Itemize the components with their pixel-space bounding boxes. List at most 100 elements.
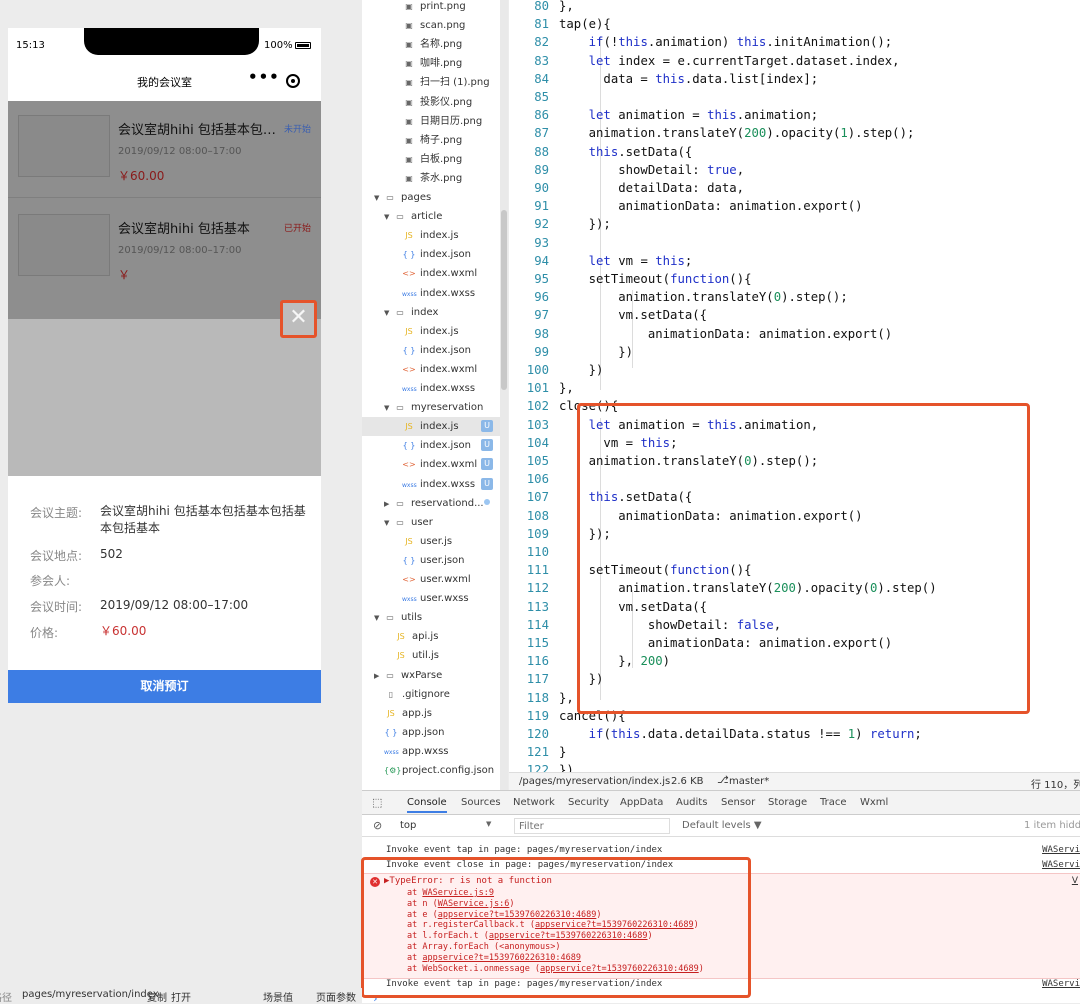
tree-file[interactable]: ▣ 日期日历.png <box>402 112 482 131</box>
tree-file[interactable]: <> index.wxml <box>402 264 477 283</box>
tree-folder[interactable]: ▶ ▭ wxParse <box>374 666 442 685</box>
code-line[interactable]: animationData: animation.export() <box>559 325 892 343</box>
open-link[interactable]: 打开 <box>171 989 191 1004</box>
tab-console[interactable]: Console <box>407 797 447 813</box>
clear-console-icon[interactable]: ⊘ <box>373 819 382 832</box>
copy-link[interactable]: 复制 <box>147 989 167 1004</box>
tree-file[interactable]: <> user.wxml <box>402 570 470 589</box>
code-line[interactable]: setTimeout(function(){ <box>559 270 752 288</box>
tree-file[interactable]: JS index.js <box>402 322 458 341</box>
chevron-right-icon[interactable]: ▶ <box>384 495 393 514</box>
code-line[interactable]: detailData: data, <box>559 179 744 197</box>
code-line[interactable]: animation.translateY(0).step(); <box>559 288 848 306</box>
chevron-down-icon[interactable]: ▼ <box>384 399 393 418</box>
code-line[interactable]: let vm = this; <box>559 252 693 270</box>
tree-file[interactable]: { } app.json <box>384 723 445 742</box>
console-filter-input[interactable] <box>514 818 670 834</box>
tree-file[interactable]: ▣ 白板.png <box>402 150 462 169</box>
code-line[interactable]: let index = e.currentTarget.dataset.inde… <box>559 52 900 70</box>
tree-file[interactable]: ▣ 咖啡.png <box>402 54 462 73</box>
tree-folder[interactable]: ▶ ▭ reservationd... <box>384 494 484 513</box>
code-line[interactable]: } <box>559 743 566 761</box>
tree-file[interactable]: <> index.wxml <box>402 360 477 379</box>
code-line[interactable]: }); <box>559 215 611 233</box>
close-icon[interactable]: ✕ <box>280 300 317 338</box>
tree-file[interactable]: ▣ 投影仪.png <box>402 93 472 112</box>
tree-file[interactable]: { } index.json U <box>402 436 493 455</box>
tree-file[interactable]: ▣ scan.png <box>402 16 465 35</box>
tree-file[interactable]: wxss app.wxss <box>384 742 449 761</box>
code-line[interactable]: this.setData({ <box>559 143 693 161</box>
tab-security[interactable]: Security <box>568 797 609 808</box>
tree-file[interactable]: ▯ .gitignore <box>384 685 450 704</box>
git-branch[interactable]: master* <box>729 776 769 787</box>
tree-file[interactable]: ▣ 名称.png <box>402 35 462 54</box>
cancel-reservation-button[interactable]: 取消预订 <box>8 670 321 703</box>
reservation-card[interactable]: 会议室胡hihi 包括基本包… 2019/09/12 08:00–17:00 ￥… <box>8 101 321 191</box>
tree-file[interactable]: wxss index.wxss <box>402 379 475 398</box>
capsule-close-icon[interactable] <box>286 74 300 88</box>
tab-appdata[interactable]: AppData <box>620 797 663 808</box>
tree-file[interactable]: { } user.json <box>402 551 465 570</box>
tree-file[interactable]: JS index.js U <box>402 417 493 436</box>
scene-value[interactable]: 场景值 <box>263 989 293 1004</box>
tree-file[interactable]: wxss index.wxss <box>402 284 475 303</box>
source-link[interactable]: WAServi <box>1042 845 1080 855</box>
tree-file[interactable]: ▣ print.png <box>402 0 466 16</box>
tab-sources[interactable]: Sources <box>461 797 501 808</box>
page-params[interactable]: 页面参数 <box>316 989 356 1004</box>
tab-network[interactable]: Network <box>513 797 555 808</box>
code-line[interactable]: let animation = this.animation; <box>559 106 819 124</box>
tab-storage[interactable]: Storage <box>768 797 807 808</box>
chevron-down-icon[interactable]: ▼ <box>384 514 393 533</box>
tree-file[interactable]: ▣ 茶水.png <box>402 169 462 188</box>
tree-file[interactable]: {⚙}project.config.json <box>384 761 494 780</box>
mask-overlay[interactable]: 会议室胡hihi 包括基本包… 2019/09/12 08:00–17:00 ￥… <box>8 101 321 319</box>
file-tree-scrollbar[interactable] <box>500 0 508 790</box>
code-line[interactable]: }) <box>559 761 574 772</box>
tab-trace[interactable]: Trace <box>820 797 847 808</box>
code-line[interactable]: vm.setData({ <box>559 306 707 324</box>
inspect-icon[interactable]: ⬚ <box>372 796 382 809</box>
code-line[interactable]: }) <box>559 343 633 361</box>
code-line[interactable]: if(!this.animation) this.initAnimation()… <box>559 33 893 51</box>
tree-file[interactable]: <> index.wxml U <box>402 455 493 474</box>
tab-sensor[interactable]: Sensor <box>721 797 755 808</box>
reservation-card[interactable]: 会议室胡hihi 包括基本 2019/09/12 08:00–17:00 ￥ 已… <box>8 200 321 290</box>
code-line[interactable]: showDetail: true, <box>559 161 744 179</box>
context-select[interactable]: top <box>400 820 416 831</box>
chevron-down-icon[interactable]: ▼ <box>486 820 491 828</box>
chevron-right-icon[interactable]: ▶ <box>374 667 383 686</box>
code-line[interactable]: if(this.data.detailData.status !== 1) re… <box>559 725 922 743</box>
scrollbar-thumb[interactable] <box>501 210 507 390</box>
source-link[interactable]: WAServi <box>1042 979 1080 989</box>
chevron-down-icon[interactable]: ▼ <box>374 609 383 628</box>
tree-file[interactable]: wxss user.wxss <box>402 589 469 608</box>
chevron-down-icon[interactable]: ▼ <box>384 304 393 323</box>
tree-folder[interactable]: ▼ ▭ utils <box>374 608 422 627</box>
tree-file[interactable]: JS app.js <box>384 704 432 723</box>
code-line[interactable]: }) <box>559 361 604 379</box>
tab-audits[interactable]: Audits <box>676 797 707 808</box>
tree-folder[interactable]: ▼ ▭ myreservation <box>384 398 483 417</box>
code-line[interactable]: data = this.data.list[index]; <box>559 70 818 88</box>
tree-file[interactable]: JS user.js <box>402 532 452 551</box>
more-icon[interactable]: ••• <box>248 68 280 86</box>
tree-folder[interactable]: ▼ ▭ pages <box>374 188 431 207</box>
code-line[interactable]: tap(e){ <box>559 15 611 33</box>
tree-folder[interactable]: ▼ ▭ user <box>384 513 433 532</box>
tree-file[interactable]: wxss index.wxss U <box>402 475 493 494</box>
code-line[interactable]: }, <box>559 379 574 397</box>
source-link[interactable]: WAServi <box>1042 860 1080 870</box>
tree-file[interactable]: JS api.js <box>394 627 438 646</box>
code-line[interactable]: }, <box>559 0 574 15</box>
tree-file[interactable]: { } index.json <box>402 341 471 360</box>
mask-overlay-lower[interactable] <box>8 319 321 476</box>
tree-folder[interactable]: ▼ ▭ index <box>384 303 438 322</box>
chevron-down-icon[interactable]: ▼ <box>384 208 393 227</box>
tree-folder[interactable]: ▼ ▭ article <box>384 207 442 226</box>
chevron-down-icon[interactable]: ▼ <box>374 189 383 208</box>
code-line[interactable]: animationData: animation.export() <box>559 197 862 215</box>
tab-wxml[interactable]: Wxml <box>860 797 888 808</box>
log-levels-select[interactable]: Default levels ▼ <box>682 820 762 831</box>
